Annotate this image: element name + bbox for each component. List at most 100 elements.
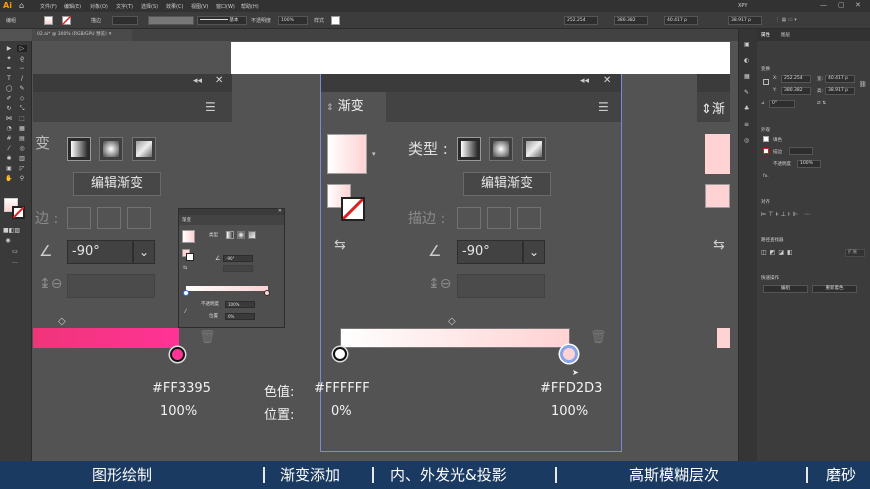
shape-builder-icon[interactable]: ◔ <box>4 125 14 132</box>
float-title[interactable]: 渐变 <box>182 217 191 223</box>
end-stop-left[interactable] <box>170 347 185 362</box>
edit-gradient-button[interactable]: 编辑渐变 <box>73 172 161 196</box>
delete-stop-icon[interactable]: 🗑 <box>590 330 607 345</box>
direct-selection-tool-icon[interactable]: ▷ <box>17 45 27 52</box>
float-preview-swatch[interactable] <box>182 230 195 243</box>
menu-edit[interactable]: 编辑(E) <box>64 3 81 10</box>
aspect-ratio-field[interactable] <box>457 274 545 298</box>
float-eyedropper-icon[interactable]: ⁄ <box>185 308 186 315</box>
close-window-icon[interactable]: ✕ <box>855 1 861 9</box>
mesh-tool-icon[interactable]: # <box>4 135 14 142</box>
variable-width-field[interactable] <box>148 16 194 25</box>
stroke-style-field[interactable]: 基本 <box>197 16 247 25</box>
opacity-field[interactable]: 100% <box>278 16 308 25</box>
gradient-slider-left[interactable] <box>33 328 179 348</box>
brushes-icon[interactable]: ✎ <box>744 89 749 96</box>
menu-object[interactable]: 对象(O) <box>90 3 108 10</box>
lasso-icon[interactable]: ϱ <box>17 55 27 62</box>
edit-gradient-button[interactable]: 编辑渐变 <box>463 172 551 196</box>
draw-mode-icon[interactable]: ◉ <box>3 237 13 244</box>
aspect-ratio-field[interactable] <box>67 274 155 298</box>
float-freeform-button[interactable] <box>248 231 256 239</box>
expand-button[interactable]: 扩展 <box>845 249 865 257</box>
stroke-weight-field[interactable] <box>112 16 138 25</box>
float-linear-button[interactable] <box>226 231 234 239</box>
collapse-icon[interactable]: ◂◂ <box>193 76 202 86</box>
delete-stop-icon[interactable]: 🗑 <box>199 330 216 345</box>
float-start-stop[interactable] <box>183 290 189 296</box>
pathfinder-buttons[interactable]: ◫◩◪◧ <box>761 249 796 256</box>
rp-opacity-field[interactable]: 100% <box>797 160 821 168</box>
radial-type-button[interactable] <box>489 137 513 161</box>
eyedropper-icon[interactable]: ⁄ <box>4 145 14 152</box>
angle-field[interactable]: -90° <box>67 240 133 264</box>
float-opacity-field[interactable]: 100% <box>225 301 255 308</box>
float-angle-field[interactable]: -90° <box>223 255 253 262</box>
close-icon[interactable]: ✕ <box>603 75 611 86</box>
constrain-link-icon[interactable]: ⛓ <box>859 81 867 88</box>
rp-x-field[interactable]: 252.254 <box>781 75 811 83</box>
tab-properties[interactable]: 属性 <box>761 32 770 38</box>
menu-help[interactable]: 帮助(H) <box>241 3 259 10</box>
symbol-sprayer-icon[interactable]: ✱ <box>4 155 14 162</box>
color-icon[interactable]: ◐ <box>744 57 749 64</box>
selection-tool-icon[interactable]: ▶ <box>4 45 14 52</box>
minimize-icon[interactable]: — <box>820 1 827 9</box>
float-position-field[interactable]: 0% <box>225 313 255 320</box>
workspace-switcher[interactable]: XPY <box>738 3 747 9</box>
gradient-preview-swatch[interactable] <box>327 134 367 174</box>
rotate-tool-icon[interactable]: ↻ <box>4 105 14 112</box>
gradient-tool-icon[interactable]: ▤ <box>17 135 27 142</box>
rp-w-field[interactable]: 40.417 p <box>825 75 855 83</box>
more-options-icon[interactable]: ⋮ ▦ ▭ ▾ <box>775 17 797 23</box>
fill-swatch[interactable] <box>44 16 53 25</box>
collapse-icon[interactable]: ◂◂ <box>580 76 589 86</box>
angle-dropdown-icon[interactable]: ⌄ <box>133 240 155 264</box>
fx-icon[interactable]: fx. <box>763 174 769 179</box>
document-tab[interactable]: 02.ai* @ 300% (RGB/GPU 预览) ✕ <box>32 29 132 41</box>
stroke-type-buttons[interactable] <box>67 207 153 229</box>
toolbar-stroke-swatch[interactable] <box>12 206 25 219</box>
menu-view[interactable]: 视图(V) <box>191 3 208 10</box>
rp-fill-swatch[interactable] <box>763 136 769 142</box>
rp-y-field[interactable]: 380.382 <box>781 87 811 95</box>
gradient-slider[interactable] <box>340 328 570 348</box>
artboard-tool-icon[interactable]: ▣ <box>4 165 14 172</box>
float-gradient-slider[interactable] <box>186 286 268 291</box>
float-end-stop[interactable] <box>264 290 270 296</box>
perspective-grid-icon[interactable]: ▦ <box>17 125 27 132</box>
scale-tool-icon[interactable]: ⤡ <box>17 105 27 112</box>
panel-menu-icon[interactable]: ☰ <box>598 100 609 114</box>
swap-icon-partial[interactable]: ⇆ <box>713 237 725 253</box>
tab-gradient[interactable]: ⇕ 渐变 <box>320 92 386 122</box>
width-tool-icon[interactable]: ⋈ <box>4 115 14 122</box>
slice-tool-icon[interactable]: ◸ <box>17 165 27 172</box>
maximize-icon[interactable]: ▢ <box>838 1 845 9</box>
midpoint-diamond-icon[interactable]: ◇ <box>448 316 456 327</box>
tab-layers[interactable]: 图层 <box>781 32 790 38</box>
reference-point-icon[interactable] <box>763 79 769 85</box>
group-button[interactable]: 编组 <box>763 285 808 293</box>
freeform-type-button[interactable] <box>132 137 156 161</box>
line-tool-icon[interactable]: / <box>17 75 27 82</box>
end-stop[interactable] <box>560 345 578 363</box>
symbols-icon[interactable]: ♣ <box>744 105 749 112</box>
shaper-tool-icon[interactable]: ✐ <box>4 95 14 102</box>
midpoint-diamond-icon[interactable]: ◇ <box>58 316 66 327</box>
swatches-icon[interactable]: ▦ <box>744 73 750 80</box>
stroke-swatch[interactable] <box>341 197 365 221</box>
align-icon[interactable]: ≡ <box>744 121 749 128</box>
close-icon[interactable]: ✕ <box>215 75 223 86</box>
flip-icons[interactable]: ⇄ ⇅ <box>817 101 826 106</box>
freeform-type-button[interactable] <box>522 137 546 161</box>
align-buttons[interactable]: ⊨⊤⊧⊥⊦⊩ ⋯ <box>761 211 812 218</box>
h-field[interactable]: 38.917 p <box>728 16 762 25</box>
blend-tool-icon[interactable]: ◎ <box>17 145 27 152</box>
menu-effect[interactable]: 效果(C) <box>166 3 183 10</box>
close-doc-icon[interactable]: ✕ <box>108 32 112 37</box>
screen-mode-icon[interactable]: ▭ <box>10 248 20 255</box>
float-swap-icon[interactable]: ⇆ <box>183 265 187 271</box>
radial-type-button[interactable] <box>99 137 123 161</box>
libraries-icon[interactable]: ▣ <box>744 41 750 48</box>
rp-h-field[interactable]: 38.917 p <box>825 87 855 95</box>
